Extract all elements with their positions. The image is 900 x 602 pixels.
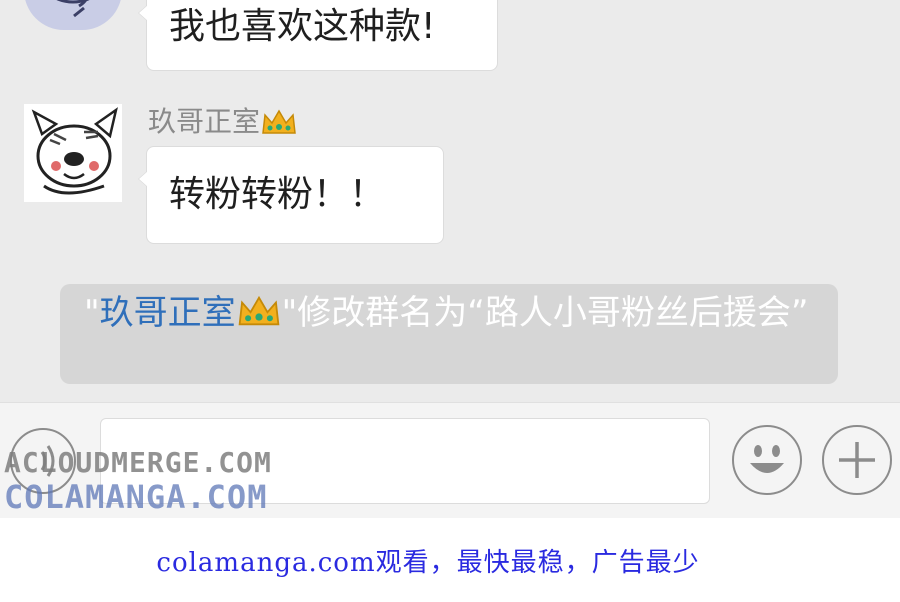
system-notice: "玖哥正室 "修改群名为“路人小哥粉丝后援会” [60, 284, 838, 384]
message-bubble[interactable]: 转粉转粉！！ [138, 146, 444, 244]
add-button[interactable] [822, 425, 892, 495]
message-text: 转粉转粉！！ [169, 174, 386, 215]
smiley-icon [750, 445, 784, 473]
avatar[interactable] [24, 104, 122, 202]
notice-text: "修改群名为“路人小哥粉丝后援会” [281, 293, 809, 333]
watermark-line: COLAMANGA.COM [4, 478, 268, 516]
watermark-line: ACLOUDMERGE.COM [4, 446, 272, 479]
message-bubble[interactable]: 我也喜欢这种款! [138, 0, 498, 71]
dog-avatar-image [24, 104, 122, 202]
emoji-button[interactable] [732, 425, 802, 495]
chat-area: 我也喜欢这种款! 玖哥正室 转粉转粉！！ "玖哥正室 "修改群名为“路人小哥粉丝后… [0, 0, 900, 402]
notice-user-link[interactable]: 玖哥正室 [100, 293, 236, 333]
avatar[interactable] [24, 0, 122, 30]
sender-name[interactable]: 玖哥正室 [148, 104, 298, 146]
crown-icon [236, 292, 282, 340]
footer-text: colamanga.com观看，最快最稳，广告最少 [156, 548, 700, 578]
crown-icon [260, 107, 298, 146]
message-text: 我也喜欢这种款! [169, 6, 436, 47]
avatar-image [56, 0, 90, 18]
plus-icon [839, 442, 875, 478]
footer: colamanga.com观看，最快最稳，广告最少 [0, 518, 900, 602]
